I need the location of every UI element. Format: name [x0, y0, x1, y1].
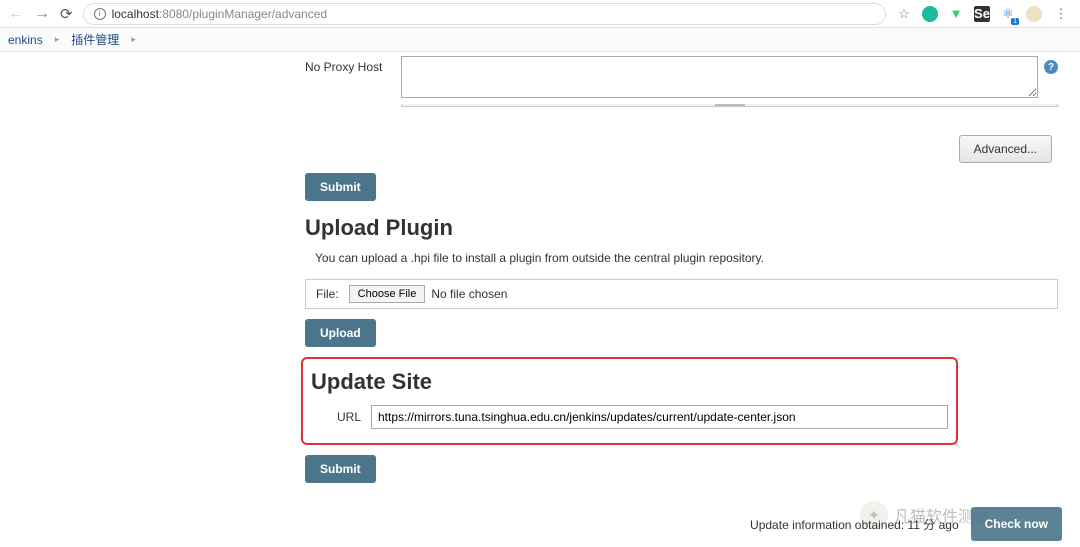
textarea-resize-handle[interactable] — [401, 104, 1058, 107]
breadcrumb-plugin-manager[interactable]: 插件管理 — [71, 31, 119, 48]
proxy-submit-button[interactable]: Submit — [305, 173, 376, 201]
choose-file-button[interactable]: Choose File — [349, 285, 426, 303]
reload-icon[interactable]: ⟳ — [60, 5, 73, 23]
update-site-submit-button[interactable]: Submit — [305, 455, 376, 483]
update-info-text: Update information obtained: 11 分 ago — [750, 516, 959, 533]
breadcrumb: enkins ▸ 插件管理 ▸ — [0, 28, 1080, 52]
back-icon[interactable]: ← — [8, 5, 24, 23]
file-row: File: Choose File No file chosen — [305, 279, 1058, 309]
file-label: File: — [312, 287, 339, 301]
extension-teal-icon[interactable] — [922, 6, 938, 22]
url-label: URL — [311, 410, 371, 424]
no-proxy-host-textarea[interactable] — [401, 56, 1038, 98]
selenium-extension-icon[interactable]: Se — [974, 6, 990, 22]
address-bar[interactable]: i localhost:8080/pluginManager/advanced — [83, 3, 886, 25]
url-text: localhost:8080/pluginManager/advanced — [112, 7, 328, 21]
no-proxy-host-label: No Proxy Host — [305, 56, 401, 74]
update-site-heading: Update Site — [311, 369, 948, 395]
site-info-icon[interactable]: i — [94, 8, 106, 20]
update-site-highlight-box: Update Site URL — [301, 357, 958, 445]
upload-plugin-description: You can upload a .hpi file to install a … — [315, 251, 1058, 265]
advanced-button-row: Advanced... — [305, 135, 1058, 163]
footer: Update information obtained: 11 分 ago Ch… — [750, 507, 1062, 541]
update-site-url-input[interactable] — [371, 405, 948, 429]
bookmark-star-icon[interactable]: ☆ — [896, 6, 912, 22]
url-path: :8080/pluginManager/advanced — [159, 7, 327, 21]
upload-plugin-heading: Upload Plugin — [305, 215, 1058, 241]
url-row: URL — [311, 405, 948, 429]
browser-menu-icon[interactable]: ⋮ — [1052, 6, 1068, 22]
update-site-submit-row: Submit — [305, 455, 1058, 483]
forward-icon[interactable]: → — [34, 5, 50, 23]
help-icon[interactable]: ? — [1044, 60, 1058, 74]
chevron-right-icon: ▸ — [55, 34, 60, 45]
browser-toolbar: ← → ⟳ i localhost:8080/pluginManager/adv… — [0, 0, 1080, 28]
adblock-shield-icon[interactable]: ▼ — [948, 6, 964, 22]
advanced-button[interactable]: Advanced... — [959, 135, 1052, 163]
profile-avatar-icon[interactable] — [1026, 6, 1042, 22]
proxy-submit-row: Submit — [305, 173, 1058, 201]
no-proxy-host-row: No Proxy Host ? — [305, 56, 1058, 98]
page-content: No Proxy Host ? Advanced... Submit Uploa… — [0, 52, 1080, 483]
react-devtools-icon[interactable]: ⚛ — [1000, 6, 1016, 22]
check-now-button[interactable]: Check now — [971, 507, 1062, 541]
upload-button-row: Upload — [305, 319, 1058, 347]
breadcrumb-jenkins[interactable]: enkins — [8, 33, 43, 47]
chevron-right-icon: ▸ — [131, 34, 136, 45]
no-file-chosen-text: No file chosen — [431, 287, 507, 301]
url-host: localhost — [112, 7, 159, 21]
upload-button[interactable]: Upload — [305, 319, 376, 347]
extension-icons: ☆ ▼ Se ⚛ ⋮ — [896, 6, 1072, 22]
